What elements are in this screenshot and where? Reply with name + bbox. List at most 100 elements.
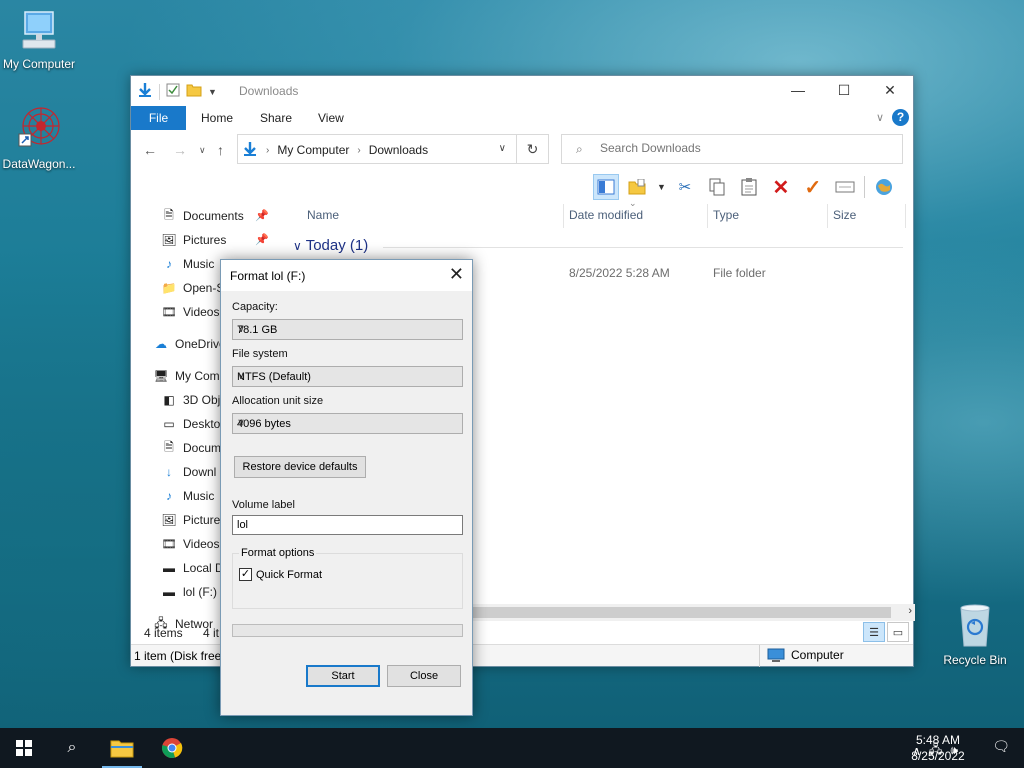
forward-arrow-icon[interactable]: → (173, 142, 187, 158)
desktop-icon: ▭ (163, 417, 175, 431)
nav-item-videos[interactable]: 🎞 Videos (161, 302, 219, 322)
delete-x-icon: ✕ (772, 176, 790, 199)
clock[interactable]: 5:48 AM 8/25/2022 (900, 732, 976, 764)
restore-defaults-button[interactable]: Restore device defaults (234, 456, 366, 478)
row-date-modified[interactable]: 8/25/2022 5:28 AM (569, 266, 670, 280)
chevron-down-icon[interactable]: ∨ (499, 143, 506, 154)
nav-item-videos[interactable]: 🎞 Videos (161, 534, 219, 554)
nav-item-picture[interactable]: 🖼 Picture (161, 510, 220, 530)
nav-item-label: Pictures (183, 233, 227, 247)
group-header[interactable]: ∨ Today (1) (293, 237, 368, 254)
nav-item-pictures[interactable]: 🖼 Pictures (161, 230, 226, 250)
help-icon[interactable]: ? (892, 109, 909, 126)
breadcrumb-downloads[interactable]: Downloads (369, 143, 428, 157)
nav-item-3d-obj[interactable]: ◧ 3D Obj (161, 390, 220, 410)
nav-item-downl[interactable]: ↓ Downl (161, 462, 216, 482)
close-button[interactable]: Close (387, 665, 461, 687)
desktop-icon-recycle-bin[interactable]: Recycle Bin (933, 602, 1017, 667)
preview-pane-button[interactable] (593, 174, 619, 200)
refresh-button[interactable]: ↻ (517, 134, 549, 164)
column-header-size[interactable]: Size (833, 208, 856, 222)
breadcrumb-my-computer[interactable]: My Computer (277, 143, 349, 157)
column-header-type[interactable]: Type (713, 208, 739, 222)
desktop-icon-my-computer[interactable]: My Computer (0, 10, 81, 71)
address-bar[interactable]: › My Computer › Downloads ∨ (237, 134, 517, 164)
scroll-right-icon[interactable]: › (908, 605, 912, 617)
capacity-select[interactable]: 78.1 GB ∨ (232, 319, 463, 340)
nav-item-onedrive[interactable]: ☁ OneDrive (153, 334, 226, 354)
nav-item-documents[interactable]: 🗎 Documents (161, 206, 244, 226)
desktop-icon-datawagon[interactable]: DataWagon... (0, 104, 81, 171)
cut-button[interactable]: ✂ (672, 174, 698, 200)
details-view-icon: ☰ (869, 626, 879, 639)
details-view-button[interactable]: ☰ (863, 622, 885, 642)
properties-icon[interactable] (166, 83, 180, 100)
nav-item-desktop[interactable]: ▭ Desktop (161, 414, 227, 434)
new-folder-icon[interactable] (186, 83, 202, 100)
expand-ribbon-icon[interactable]: ∨ (876, 111, 884, 124)
tab-view[interactable]: View (318, 106, 344, 130)
globe-button[interactable] (871, 174, 897, 200)
search-taskbar-button[interactable]: ⌕ (48, 728, 96, 768)
nav-item-label: Videos (183, 305, 220, 319)
up-arrow-icon[interactable]: ↑ (217, 142, 224, 158)
minimize-button[interactable]: — (775, 76, 821, 104)
column-header-date-modified[interactable]: Date modified (569, 208, 643, 222)
nav-item-my-com[interactable]: 🖥 My Com (153, 366, 219, 386)
horizontal-scrollbar[interactable]: › (471, 604, 915, 621)
nav-item-music[interactable]: ♪ Music (161, 254, 214, 274)
row-type[interactable]: File folder (713, 266, 766, 280)
copy-button[interactable] (704, 174, 730, 200)
nav-item-open-s[interactable]: 📁 Open-S (161, 278, 225, 298)
search-input[interactable] (600, 141, 890, 155)
drive-icon: ▬ (163, 585, 175, 599)
scrollbar-thumb[interactable] (471, 607, 891, 618)
format-options-group: Format options ✓ Quick Format (232, 547, 463, 609)
nav-item-label: 3D Obj (183, 393, 221, 407)
filesystem-select[interactable]: NTFS (Default) ∨ (232, 366, 463, 387)
checkmark-icon: ✓ (804, 176, 822, 199)
group-header-label: Today (1) (305, 237, 369, 254)
select-button[interactable]: ✓ (800, 174, 826, 200)
tab-share[interactable]: Share (260, 106, 292, 130)
recent-locations-icon[interactable]: ∨ (199, 145, 206, 156)
maximize-button[interactable]: ☐ (821, 76, 867, 104)
start-button-taskbar[interactable] (0, 728, 48, 768)
nav-item-docum[interactable]: 🗎 Docum (161, 438, 221, 458)
chevron-right-icon: › (357, 144, 361, 156)
status-divider (759, 645, 760, 667)
column-header-name[interactable]: Name (307, 208, 339, 222)
notifications-icon[interactable]: 🗨 (992, 738, 1010, 755)
dialog-close-icon[interactable]: ✕ (449, 264, 464, 285)
quick-format-checkbox[interactable]: ✓ Quick Format (239, 568, 322, 581)
nav-item-music[interactable]: ♪ Music (161, 486, 214, 506)
rename-button[interactable] (832, 174, 858, 200)
toolbar-divider (863, 176, 865, 198)
delete-button[interactable]: ✕ (768, 174, 794, 200)
3d-objects-icon: ◧ (163, 393, 175, 407)
search-icon: ⌕ (576, 142, 583, 156)
window-title: Downloads (239, 84, 299, 98)
large-icons-view-button[interactable]: ▭ (887, 622, 909, 642)
start-button[interactable]: Start (306, 665, 380, 687)
paste-button[interactable] (736, 174, 762, 200)
back-arrow-icon[interactable]: ← (143, 142, 157, 158)
tab-home[interactable]: Home (201, 106, 233, 130)
large-icons-view-icon: ▭ (892, 626, 904, 639)
search-box[interactable]: ⌕ (561, 134, 903, 164)
allocation-label: Allocation unit size (232, 395, 324, 407)
file-explorer-taskbar-button[interactable] (98, 728, 146, 768)
chrome-taskbar-button[interactable] (148, 728, 196, 768)
chevron-down-icon[interactable]: ▼ (657, 182, 666, 192)
nav-item-label: Music (183, 257, 215, 271)
nav-item-local-d[interactable]: ▬ Local D (161, 558, 224, 578)
volume-label-input[interactable] (232, 515, 463, 535)
close-window-button[interactable]: ✕ (867, 76, 913, 104)
qat-customize-icon[interactable]: ▼ (208, 87, 217, 97)
tab-file[interactable]: File (131, 106, 186, 130)
new-item-button[interactable] (625, 174, 651, 200)
nav-item-lol-f[interactable]: ▬ lol (F:) (161, 582, 217, 602)
allocation-select[interactable]: 4096 bytes ∨ (232, 413, 463, 434)
toolbar: ▼ ✂ ✕ ✓ (593, 173, 897, 201)
quick-format-label: Quick Format (256, 568, 323, 581)
